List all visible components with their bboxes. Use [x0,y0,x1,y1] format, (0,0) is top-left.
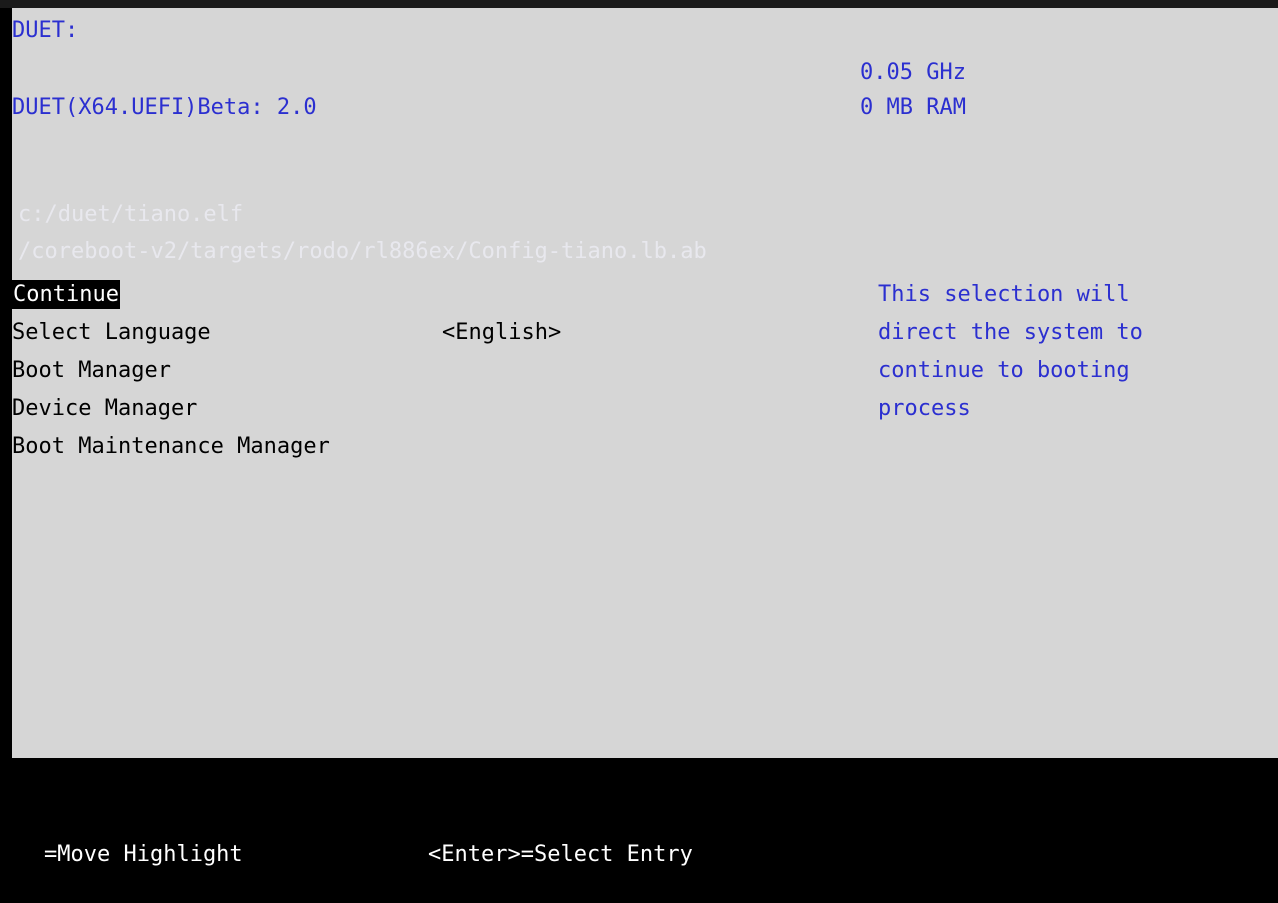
cpu-speed: 0.05 GHz [860,60,966,85]
move-highlight-hint: =Move Highlight [44,842,243,867]
menu-item-continue[interactable]: Continue [12,280,120,309]
menu-item-boot-manager[interactable]: Boot Manager [12,356,171,385]
select-entry-hint: <Enter>=Select Entry [428,842,693,867]
ram-size: 0 MB RAM [860,95,966,120]
top-border-strip [0,0,1278,8]
help-line-4: process [878,396,971,421]
help-line-1: This selection will [878,282,1130,307]
menu-item-boot-maintenance-manager[interactable]: Boot Maintenance Manager [12,432,330,461]
main-panel: DUET: DUET(X64.UEFI)Beta: 2.0 0.05 GHz 0… [12,8,1278,758]
boot-path-line-2: /coreboot-v2/targets/rodo/rl886ex/Config… [18,239,707,264]
language-value[interactable]: <English> [442,318,561,347]
help-line-2: direct the system to [878,320,1143,345]
footer-help-bar: =Move Highlight <Enter>=Select Entry [0,758,1278,903]
firmware-label: DUET: [12,18,79,43]
uefi-setup-screen: DUET: DUET(X64.UEFI)Beta: 2.0 0.05 GHz 0… [0,0,1278,903]
menu-item-device-manager[interactable]: Device Manager [12,394,197,423]
menu-item-select-language[interactable]: Select Language [12,318,211,347]
firmware-version: DUET(X64.UEFI)Beta: 2.0 [12,95,317,120]
boot-path-line-1: c:/duet/tiano.elf [18,202,244,227]
help-line-3: continue to booting [878,358,1130,383]
